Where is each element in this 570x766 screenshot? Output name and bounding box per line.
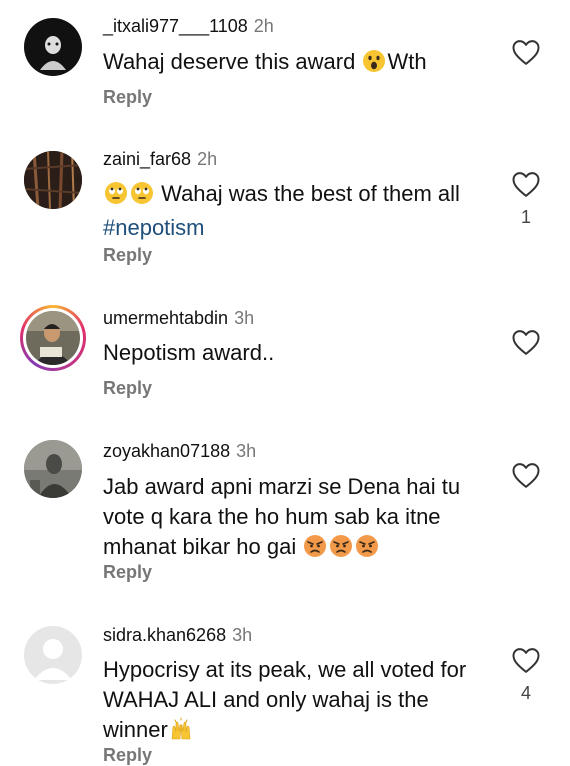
comment-text-tail: Wth bbox=[387, 49, 427, 74]
hashtag-link[interactable]: #nepotism bbox=[103, 215, 205, 240]
comment-meta: umermehtabdin 3h bbox=[103, 307, 254, 329]
username[interactable]: zaini_far68 bbox=[103, 149, 191, 169]
avatar[interactable] bbox=[24, 626, 82, 684]
rolling-eyes-emoji-icon bbox=[130, 181, 154, 213]
comment-text: Hypocrisy at its peak, we all voted for … bbox=[103, 655, 488, 749]
comment-text-line: winner bbox=[103, 717, 168, 742]
story-ring bbox=[23, 308, 83, 368]
comment-text: Jab award apni marzi se Dena hai tu vote… bbox=[103, 472, 488, 566]
comment-text-main: Wahaj deserve this award bbox=[103, 49, 356, 74]
timestamp: 3h bbox=[232, 625, 253, 645]
comment-text-line: WAHAJ ALI and only wahaj is the bbox=[103, 687, 429, 712]
avatar[interactable] bbox=[20, 305, 86, 371]
comment-text-line: mhanat bikar ho gai bbox=[103, 534, 297, 559]
comment-text-main: Wahaj was the best of them all bbox=[161, 181, 460, 206]
heart-icon[interactable] bbox=[511, 328, 541, 356]
username[interactable]: sidra.khan6268 bbox=[103, 625, 226, 645]
comment-meta: _itxali977___1108 2h bbox=[103, 15, 274, 37]
comment-text: Nepotism award.. bbox=[103, 338, 488, 368]
comment-text-line: Hypocrisy at its peak, we all voted for bbox=[103, 657, 467, 682]
username[interactable]: umermehtabdin bbox=[103, 308, 228, 328]
comment-text-line: vote q kara the ho hum sab ka itne bbox=[103, 504, 441, 529]
raising-hands-emoji-icon bbox=[169, 717, 193, 749]
reply-button[interactable]: Reply bbox=[103, 244, 152, 266]
reply-button[interactable]: Reply bbox=[103, 86, 152, 108]
heart-icon[interactable] bbox=[511, 646, 541, 674]
heart-icon[interactable] bbox=[511, 170, 541, 198]
comment-meta: zaini_far68 2h bbox=[103, 148, 217, 170]
rolling-eyes-emoji-icon bbox=[104, 181, 128, 213]
comment-text: Wahaj was the best of them all #nepotism bbox=[103, 179, 488, 243]
comment-text-main: Nepotism award.. bbox=[103, 340, 275, 365]
heart-icon[interactable] bbox=[511, 461, 541, 489]
timestamp: 3h bbox=[234, 308, 255, 328]
like-count: 1 bbox=[520, 207, 531, 227]
avatar[interactable] bbox=[24, 440, 82, 498]
reply-button[interactable]: Reply bbox=[103, 744, 152, 766]
avatar[interactable] bbox=[24, 18, 82, 76]
like-count: 4 bbox=[520, 683, 531, 703]
surprised-face-emoji-icon bbox=[362, 49, 386, 81]
username[interactable]: _itxali977___1108 bbox=[103, 16, 248, 36]
angry-face-emoji-icon bbox=[329, 534, 353, 566]
comment-text: Wahaj deserve this award Wth bbox=[103, 47, 488, 81]
comment-text-line: Jab award apni marzi se Dena hai tu bbox=[103, 474, 461, 499]
avatar[interactable] bbox=[24, 151, 82, 209]
timestamp: 2h bbox=[253, 16, 274, 36]
timestamp: 3h bbox=[236, 441, 257, 461]
angry-face-emoji-icon bbox=[303, 534, 327, 566]
comment-meta: zoyakhan07188 3h bbox=[103, 440, 256, 462]
timestamp: 2h bbox=[197, 149, 218, 169]
username[interactable]: zoyakhan07188 bbox=[103, 441, 230, 461]
avatar-photo bbox=[26, 311, 80, 365]
angry-face-emoji-icon bbox=[355, 534, 379, 566]
reply-button[interactable]: Reply bbox=[103, 377, 152, 399]
reply-button[interactable]: Reply bbox=[103, 561, 152, 583]
heart-icon[interactable] bbox=[511, 38, 541, 66]
comment-meta: sidra.khan6268 3h bbox=[103, 624, 252, 646]
